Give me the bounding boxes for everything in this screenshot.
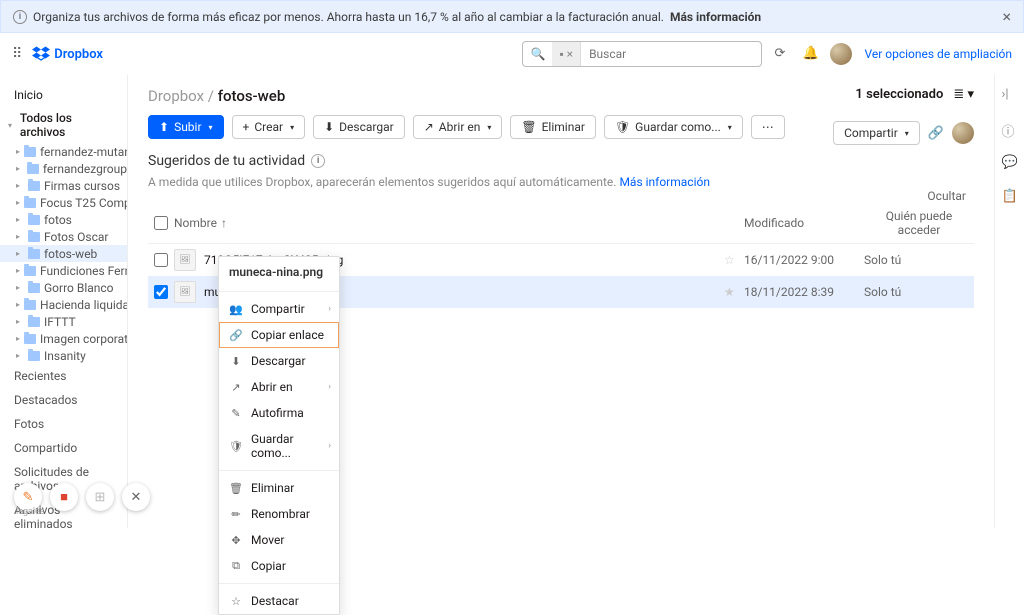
collapse-icon[interactable]: ›| [1002,87,1018,103]
clock-icon[interactable]: ⟳ [774,46,790,62]
context-menu: muneca-nina.png 👥Compartir› 🔗Copiar enla… [218,256,340,615]
sidebar-all-files[interactable]: ▾Todos los archivos [0,107,127,143]
tree-item[interactable]: ▸Gorro Blanco [0,279,127,296]
delete-button[interactable]: 🗑 Eliminar [510,115,596,139]
hide-link[interactable]: Ocultar [927,189,966,203]
expand-link[interactable]: Ver opciones de ampliación [864,47,1012,61]
banner-more-link[interactable]: Más información [670,10,761,24]
crumb-current: fotos-web [218,87,286,105]
legal-text: legales [16,507,45,517]
ctx-star[interactable]: ☆Destacar [219,588,339,614]
info-icon: i [13,10,27,24]
open-in-button[interactable]: ↗ Abrir en▾ [413,115,503,139]
breadcrumb: Dropbox / fotos-web [148,87,974,105]
ctx-rename[interactable]: ✏Renombrar [219,501,339,527]
ctx-copy[interactable]: ⧉Copiar [219,553,339,579]
link-icon[interactable]: 🔗 [928,126,944,141]
selection-bar: 1 seleccionado ≣ ▾ [855,87,974,102]
suggest-title: Sugeridos de tu actividad [148,153,305,169]
star-icon[interactable]: ★ [724,285,744,299]
sidebar-recent[interactable]: Recientes [0,364,127,388]
upload-button[interactable]: ⬆ Subir▾ [148,115,224,139]
more-button[interactable]: ⋯ [751,115,785,139]
tree-item[interactable]: ▸Firmas cursos [0,177,127,194]
close-icon[interactable]: × [1002,7,1011,26]
fab-close[interactable]: ✕ [122,483,150,511]
ctx-copy-link[interactable]: 🔗Copiar enlace [219,322,339,348]
search-box[interactable]: 🔍 ▪ × [522,41,762,67]
selection-count: 1 seleccionado [855,87,943,102]
tree-item[interactable]: ▸Hacienda liquidación oscar... [0,296,127,313]
share-button[interactable]: Compartir▾ [833,121,920,145]
suggest-more-link[interactable]: Más información [619,175,710,189]
tree-item[interactable]: ▸IFTTT [0,313,127,330]
banner-text: Organiza tus archivos de forma más efica… [33,10,664,24]
save-as-button[interactable]: 🛡 Guardar como...▾ [604,115,743,139]
logo-text: Dropbox [54,47,103,62]
tree-item[interactable]: ▸Focus T25 Completo [0,194,127,211]
tree-item[interactable]: ▸fernandezgroup [0,160,127,177]
sort-icon[interactable]: ↑ [221,216,227,230]
row-checkbox[interactable] [154,253,168,267]
search-folder-chip[interactable]: ▪ × [552,42,581,66]
search-input[interactable] [581,47,761,61]
fab-grid[interactable]: ⊞ [86,483,114,511]
ctx-share[interactable]: 👥Compartir› [219,296,339,322]
crumb-root[interactable]: Dropbox [148,87,204,105]
tree-item[interactable]: ▸fernandez-mutantia [0,143,127,160]
suggest-hint: A medida que utilices Dropbox, aparecerá… [148,175,974,189]
avatar[interactable] [830,43,852,65]
info-icon[interactable]: i [311,154,325,168]
sidebar-starred[interactable]: Destacados [0,388,127,412]
logo[interactable]: Dropbox [32,45,103,63]
ctx-title: muneca-nina.png [219,257,339,287]
ctx-autosign[interactable]: ✎Autofirma [219,400,339,426]
table-header: Nombre ↑ Modificado Quién puede acceder [148,203,974,244]
activity-icon[interactable]: 📋 [1002,189,1018,205]
right-rail: ›| ⓘ 💬 📋 [994,75,1024,528]
ctx-save-as[interactable]: 🛡Guardar como...› [219,426,339,466]
tree-item[interactable]: ▸Insanity [0,347,127,364]
promo-banner: i Organiza tus archivos de forma más efi… [0,0,1024,33]
sidebar-photos[interactable]: Fotos [0,412,127,436]
tree-item[interactable]: ▸Fundiciones Fernandez [0,262,127,279]
star-icon[interactable]: ☆ [724,253,744,267]
ctx-open-in[interactable]: ↗Abrir en› [219,374,339,400]
ctx-move[interactable]: ✥Mover [219,527,339,553]
sidebar: Inicio ▾Todos los archivos ▸fernandez-mu… [0,75,128,528]
folder-avatar[interactable] [952,122,974,144]
row-checkbox[interactable] [154,285,168,299]
download-button[interactable]: ⬇ Descargar [313,115,405,139]
tree-item[interactable]: ▸Fotos Oscar [0,228,127,245]
sidebar-home[interactable]: Inicio [0,83,127,107]
bell-icon[interactable]: 🔔 [802,46,818,62]
ctx-delete[interactable]: 🗑Eliminar [219,475,339,501]
search-icon: 🔍 [523,42,552,66]
sidebar-shared[interactable]: Compartido [0,436,127,460]
topbar: ⠿ Dropbox 🔍 ▪ × ⟳ 🔔 Ver opciones de ampl… [0,33,1024,75]
apps-grid-icon[interactable]: ⠿ [12,46,20,62]
list-view-icon[interactable]: ≣ ▾ [953,87,974,102]
tree-item[interactable]: ▸fotos-web [0,245,127,262]
create-button[interactable]: + Crear▾ [232,115,306,139]
fab-record[interactable]: ■ [50,483,78,511]
tree-item[interactable]: ▸Imagen corporativa OB [0,330,127,347]
tree-item[interactable]: ▸fotos [0,211,127,228]
ctx-download[interactable]: ⬇Descargar [219,348,339,374]
select-all-checkbox[interactable] [154,216,168,230]
info-panel-icon[interactable]: ⓘ [1002,121,1018,137]
comment-icon[interactable]: 💬 [1002,155,1018,171]
